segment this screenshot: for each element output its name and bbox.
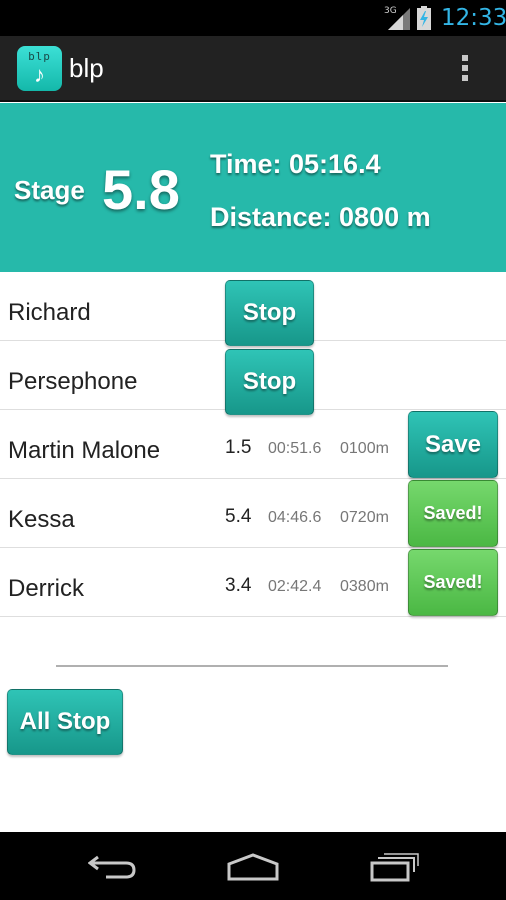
runner-distance: 0720m [340,509,389,526]
runner-row: Richard Stop [0,272,506,346]
runner-name: Martin Malone [8,437,161,464]
runner-row: Kessa 5.4 04:46.6 0720m Saved! [0,479,506,548]
elapsed-time: Time: 05:16.4 [210,149,381,179]
stop-button[interactable]: Stop [225,280,314,346]
music-note-icon: ♪ [34,62,45,87]
stage-value: 5.8 [102,158,180,221]
recent-apps-icon[interactable] [370,852,420,882]
back-icon[interactable] [88,852,138,880]
home-icon[interactable] [226,852,280,882]
app-icon[interactable]: blp ♪ [17,46,62,91]
app-title: blp [69,53,104,83]
runner-time: 00:51.6 [268,440,322,457]
distance: Distance: 0800 m [210,202,431,232]
runner-stage: 5.4 [225,506,252,527]
save-button[interactable]: Save [408,411,498,478]
runner-list: Richard Stop Persephone Stop Martin Malo… [0,272,506,617]
signal-icon [388,8,410,30]
all-stop-button[interactable]: All Stop [7,689,123,755]
runner-time: 02:42.4 [268,578,322,595]
runner-time: 04:46.6 [268,509,322,526]
navigation-bar [0,832,506,900]
runner-stage: 1.5 [225,437,252,458]
runner-distance: 0380m [340,578,389,595]
runner-name: Persephone [8,368,138,395]
stage-panel: Stage 5.8 Time: 05:16.4 Distance: 0800 m [0,103,506,272]
action-bar: blp ♪ blp [0,36,506,102]
stop-button[interactable]: Stop [225,349,314,415]
divider [56,665,448,667]
runner-name: Richard [8,299,91,326]
saved-button[interactable]: Saved! [408,480,498,547]
runner-stage: 3.4 [225,575,252,596]
runner-name: Derrick [8,575,84,602]
saved-button[interactable]: Saved! [408,549,498,616]
overflow-menu-icon[interactable] [462,55,470,83]
runner-name: Kessa [8,506,75,533]
runner-row: Derrick 3.4 02:42.4 0380m Saved! [0,548,506,617]
status-clock: 12:33 [441,5,506,31]
runner-distance: 0100m [340,440,389,457]
runner-row: Martin Malone 1.5 00:51.6 0100m Save [0,410,506,479]
status-bar: 3G 12:33 [0,0,506,36]
stage-label: Stage [14,175,85,205]
battery-charging-icon [417,6,431,30]
runner-row: Persephone Stop [0,341,506,415]
